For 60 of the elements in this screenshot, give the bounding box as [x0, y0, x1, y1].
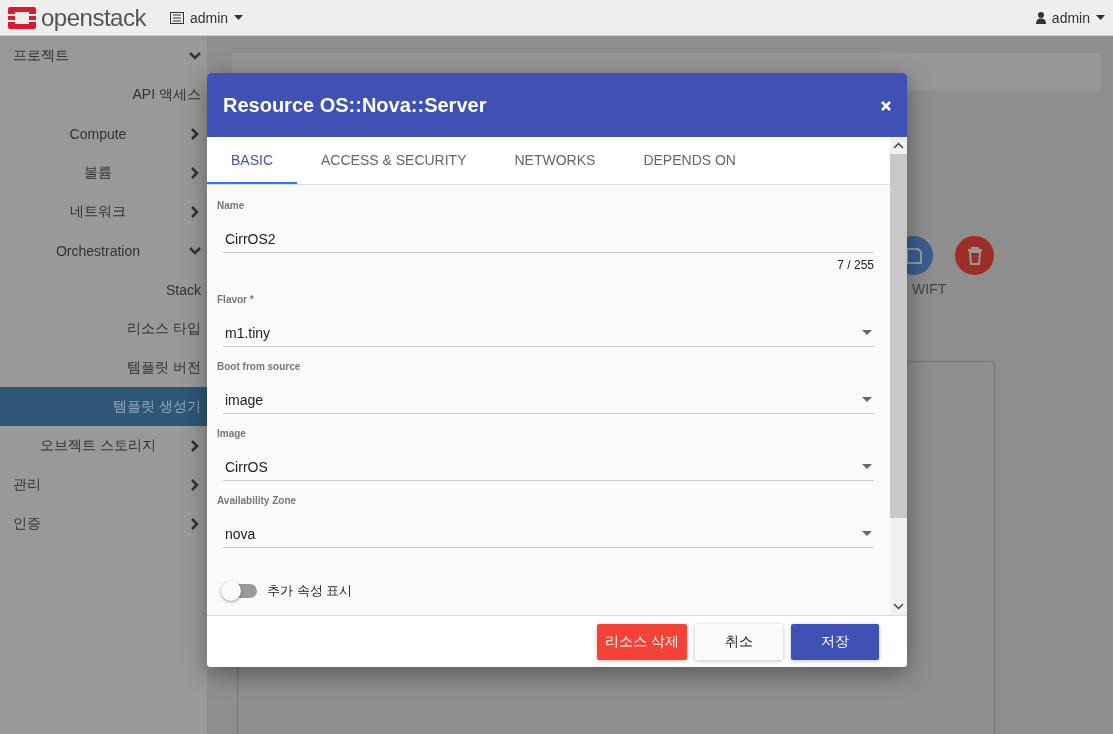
caret-icon — [862, 531, 872, 536]
chevron-right-icon — [189, 127, 201, 140]
sidebar-item[interactable]: 템플릿 생성기 — [13, 397, 201, 416]
sidebar-item[interactable]: 오브젝트 스토리지 — [13, 436, 183, 455]
sidebar-item[interactable]: 리소스 타입 — [13, 319, 201, 338]
chevron-right-icon — [189, 517, 201, 530]
sidebar-item[interactable]: 볼륨 — [13, 163, 183, 182]
sidebar-item[interactable]: Compute — [13, 125, 183, 142]
sidebar-item[interactable]: Orchestration — [13, 242, 183, 259]
toggle-label: 추가 속성 표시 — [267, 582, 353, 600]
list-icon — [169, 11, 184, 24]
char-counter: 7 / 255 — [837, 258, 874, 272]
button-caption: WIFT — [912, 281, 947, 297]
caret-icon — [862, 464, 872, 469]
field-label: Name — [217, 200, 246, 211]
save-button[interactable]: 저장 — [791, 623, 879, 660]
chevron-down-icon — [189, 244, 201, 257]
sidebar-item[interactable]: 프로젝트 — [13, 46, 183, 65]
close-icon — [881, 100, 891, 111]
select-field[interactable]: m1.tiny — [223, 319, 874, 347]
user-icon — [1035, 11, 1046, 24]
caret-icon — [862, 397, 872, 402]
trash-icon — [966, 246, 983, 265]
input-field[interactable]: CirrOS2 — [223, 225, 874, 253]
caret-icon — [1096, 15, 1105, 20]
select-field[interactable]: image — [223, 386, 874, 414]
tab[interactable]: NETWORKS — [490, 137, 620, 184]
field-label: Flavor * — [217, 294, 255, 305]
tab[interactable]: BASIC — [207, 137, 297, 184]
chevron-right-icon — [189, 478, 201, 491]
chevron-right-icon — [189, 166, 201, 179]
floppy-icon — [905, 247, 922, 264]
delete-button[interactable] — [955, 236, 994, 275]
sidebar-item[interactable]: 관리 — [13, 475, 183, 494]
project-menu[interactable]: admin — [169, 9, 244, 26]
select-field[interactable]: CirrOS — [223, 453, 874, 481]
user-menu[interactable]: admin — [1035, 9, 1105, 26]
caret-icon — [234, 15, 244, 20]
chevron-right-icon — [189, 205, 201, 218]
tab[interactable]: DEPENDS ON — [619, 137, 760, 184]
field-label: Image — [217, 428, 247, 439]
sidebar-item[interactable]: API 액세스 — [13, 85, 201, 104]
sidebar-item[interactable]: Stack — [13, 281, 201, 298]
toggle-switch[interactable] — [223, 584, 257, 598]
cancel-button[interactable]: 취소 — [695, 623, 783, 660]
select-field[interactable]: nova — [223, 520, 874, 548]
chevron-right-icon — [189, 439, 201, 452]
delete-button[interactable]: 리소스 삭제 — [597, 623, 687, 660]
caret-icon — [862, 330, 872, 335]
tab[interactable]: ACCESS & SECURITY — [297, 137, 491, 184]
field-label: Availability Zone — [217, 495, 298, 506]
sidebar-item[interactable]: 네트워크 — [13, 202, 183, 221]
chevron-down-icon — [189, 49, 201, 62]
logo-text: openstack — [41, 3, 146, 32]
sidebar-item[interactable]: 템플릿 버전 — [13, 358, 201, 377]
logo-icon — [8, 6, 36, 29]
scrollbar[interactable] — [890, 137, 907, 615]
dialog-title: Resource OS::Nova::Server — [223, 93, 487, 117]
field-label: Boot from source — [217, 361, 302, 372]
sidebar-item[interactable]: 인증 — [13, 514, 183, 533]
